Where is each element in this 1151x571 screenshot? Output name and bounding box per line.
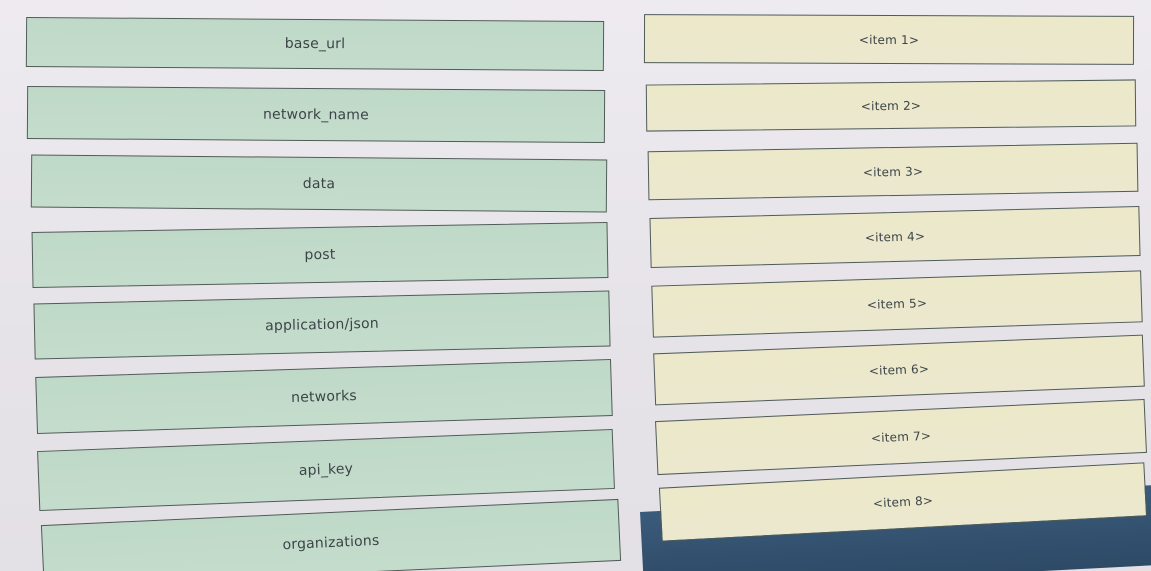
target-slot-5[interactable]: <item 5> [651,270,1143,338]
slot-label: <item 3> [862,163,924,180]
choice-base-url[interactable]: base_url [25,16,605,72]
choice-label: organizations [282,532,380,554]
slot-label: <item 8> [872,493,934,511]
choice-api-key[interactable]: api_key [37,428,615,512]
choice-label: network_name [262,106,370,123]
choice-organizations[interactable]: organizations [40,498,622,571]
slot-label: <item 6> [868,361,930,379]
choice-network-name[interactable]: network_name [26,85,606,144]
target-slot-1[interactable]: <item 1> [643,14,1135,65]
target-slot-3[interactable]: <item 3> [647,142,1139,201]
target-slot-6[interactable]: <item 6> [653,334,1145,406]
slot-label: <item 4> [864,229,926,245]
choice-label: networks [290,387,358,406]
choice-label: application/json [264,315,380,335]
target-slot-4[interactable]: <item 4> [649,206,1141,268]
choice-networks[interactable]: networks [35,358,613,435]
drag-drop-screen: base_url network_name data post applicat… [0,0,1151,571]
choice-application-json[interactable]: application/json [33,290,611,360]
choice-label: data [302,175,336,192]
choice-label: api_key [298,460,354,480]
target-slot-7[interactable]: <item 7> [655,398,1147,476]
choice-data[interactable]: data [30,154,608,213]
target-slot-2[interactable]: <item 2> [645,79,1137,132]
choice-post[interactable]: post [31,221,609,289]
choice-label: base_url [284,35,346,53]
slot-label: <item 7> [870,428,932,446]
choice-label: post [304,246,336,264]
slot-label: <item 1> [858,32,920,47]
slot-label: <item 2> [860,98,922,113]
slot-label: <item 5> [866,296,928,312]
